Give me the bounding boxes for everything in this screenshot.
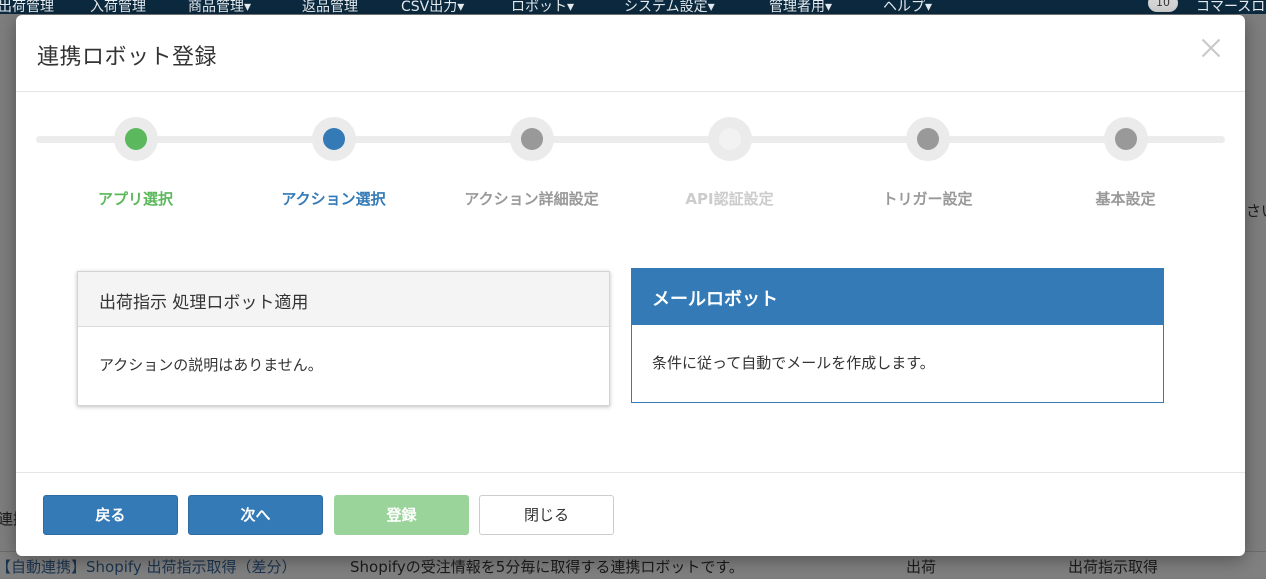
back-button[interactable]: 戻る — [43, 495, 178, 535]
step-basic-settings: 基本設定 — [1027, 117, 1224, 227]
notification-count-badge[interactable]: 10 — [1148, 0, 1178, 12]
next-button[interactable]: 次へ — [188, 495, 323, 535]
step-api-auth: API認証設定 — [631, 117, 828, 227]
action-card-mail-robot[interactable]: メールロボット 条件に従って自動でメールを作成します。 — [631, 268, 1164, 403]
step-trigger: トリガー設定 — [829, 117, 1026, 227]
action-card-title: 出荷指示 処理ロボット適用 — [78, 272, 609, 327]
nav-returns[interactable]: 返品管理 — [302, 0, 358, 14]
step-label: 基本設定 — [1095, 190, 1156, 208]
register-button[interactable]: 登録 — [334, 495, 469, 535]
action-card-shipping-robot[interactable]: 出荷指示 処理ロボット適用 アクションの説明はありません。 — [77, 271, 610, 406]
robot-action: 出荷指示取得 — [1068, 558, 1159, 576]
nav-products[interactable]: 商品管理▾ — [188, 0, 251, 14]
step-label: アクション詳細設定 — [464, 190, 599, 208]
modal-footer: 戻る 次へ 登録 閉じる — [16, 472, 1245, 556]
robot-registration-modal: 連携ロボット登録 アプリ選択 アクション選択 アクション詳細設定 API認証設定… — [16, 15, 1245, 556]
nav-shipping[interactable]: 出荷管理 — [0, 0, 54, 14]
top-navbar: 出荷管理 入荷管理 商品管理▾ 返品管理 CSV出力▾ ロボット▾ システム設定… — [0, 0, 1266, 14]
step-dot — [1115, 128, 1137, 150]
step-action-detail: アクション詳細設定 — [433, 117, 630, 227]
step-label: トリガー設定 — [882, 190, 973, 208]
background-side-text: さい — [1246, 202, 1266, 220]
modal-title: 連携ロボット登録 — [37, 45, 218, 70]
action-card-description: 条件に従って自動でメールを作成します。 — [652, 354, 935, 372]
step-dot — [719, 128, 741, 150]
step-label: API認証設定 — [685, 190, 774, 208]
step-dot — [917, 128, 939, 150]
close-icon[interactable] — [1198, 35, 1224, 61]
step-label: アプリ選択 — [97, 190, 173, 208]
step-app-select: アプリ選択 — [37, 117, 234, 227]
action-card-description: アクションの説明はありません。 — [99, 356, 323, 374]
step-label: アクション選択 — [281, 190, 386, 208]
action-card-title: メールロボット — [632, 269, 1163, 325]
nav-receiving[interactable]: 入荷管理 — [90, 0, 146, 14]
user-menu[interactable]: コマースロ — [1196, 0, 1265, 14]
modal-header: 連携ロボット登録 — [16, 15, 1245, 92]
nav-robot[interactable]: ロボット▾ — [511, 0, 574, 14]
robot-category: 出荷 — [906, 558, 937, 576]
step-action-select: アクション選択 — [235, 117, 432, 227]
close-button[interactable]: 閉じる — [479, 495, 614, 535]
step-dot — [521, 128, 543, 150]
robot-description: Shopifyの受注情報を5分毎に取得する連携ロボットです。 — [350, 558, 744, 576]
robot-name-link[interactable]: 【自動連携】Shopify 出荷指示取得（差分） — [0, 556, 297, 577]
step-dot — [323, 128, 345, 150]
nav-system-settings[interactable]: システム設定▾ — [624, 0, 715, 14]
nav-admin[interactable]: 管理者用▾ — [769, 0, 832, 14]
nav-csv-export[interactable]: CSV出力▾ — [401, 0, 464, 14]
step-dot — [125, 128, 147, 150]
nav-help[interactable]: ヘルプ▾ — [883, 0, 932, 14]
